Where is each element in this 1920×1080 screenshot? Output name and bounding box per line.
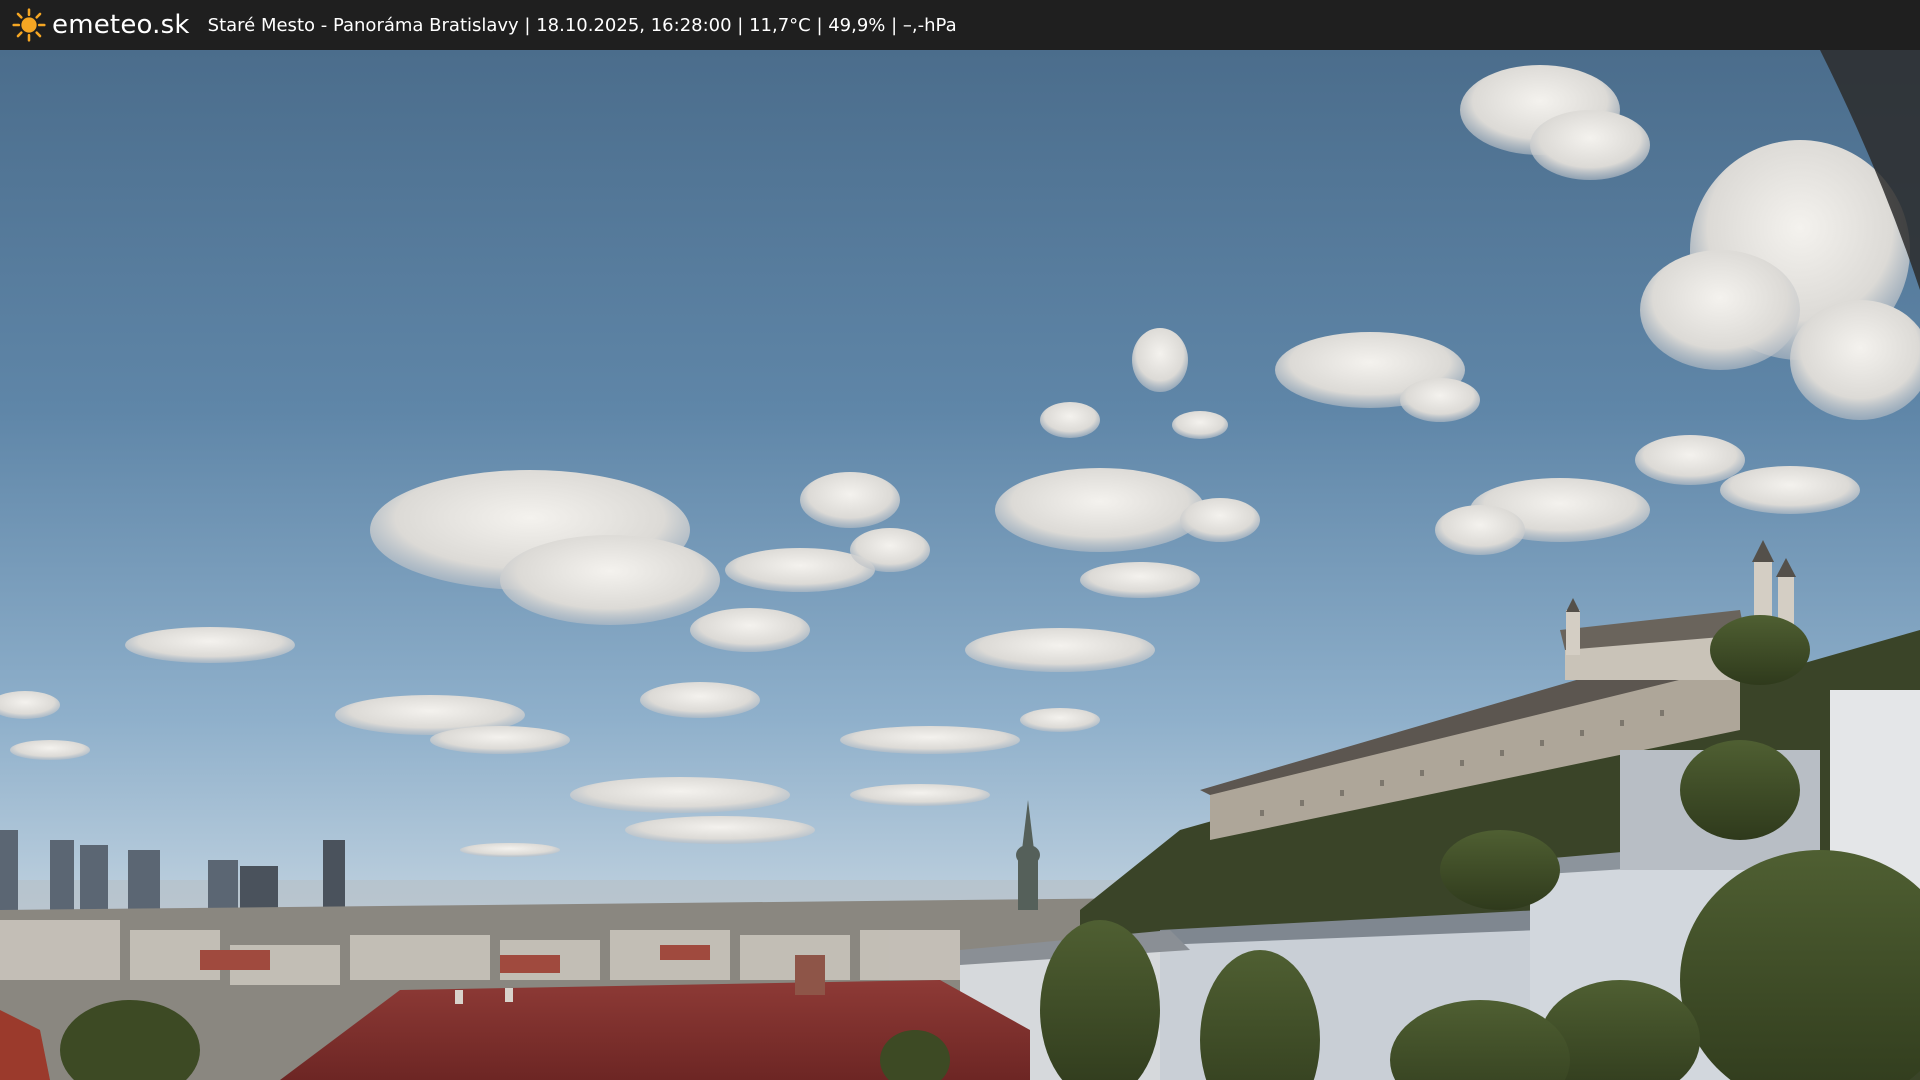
sun-icon — [12, 8, 46, 42]
webcam-overlay-bar: emeteo.sk Staré Mesto - Panoráma Bratisl… — [0, 0, 1920, 50]
webcam-viewport: emeteo.sk Staré Mesto - Panoráma Bratisl… — [0, 0, 1920, 1080]
emeteo-logo[interactable]: emeteo.sk — [12, 0, 190, 50]
webcam-caption: Staré Mesto - Panoráma Bratislavy | 18.1… — [207, 14, 957, 36]
brand-name: emeteo.sk — [52, 10, 190, 40]
webcam-image — [0, 50, 1920, 1080]
